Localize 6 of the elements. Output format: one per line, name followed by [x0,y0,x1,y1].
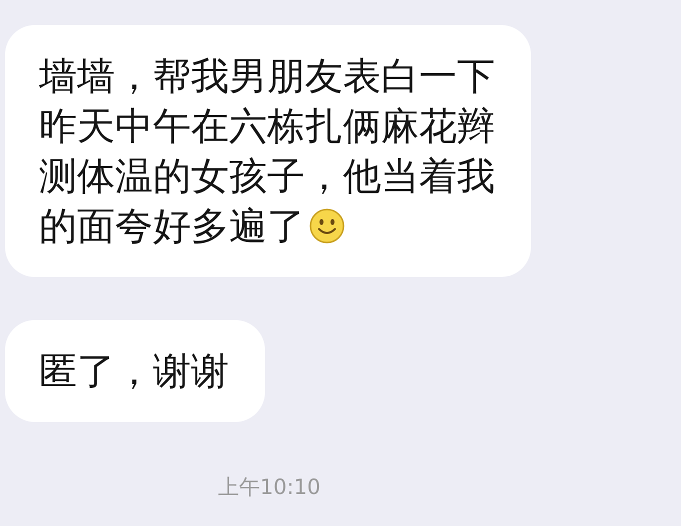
message-text: 昨天中午在六栋扎俩麻花辫 [39,103,495,150]
message-text: 匿了，谢谢 [39,348,229,395]
timestamp: 上午10:10 [218,474,321,501]
message-text: 的面夸好多遍了 [39,203,305,250]
message-text: 墙墙，帮我男朋友表白一下 [39,53,495,100]
message-text: 测体温的女孩子，他当着我 [39,153,495,200]
